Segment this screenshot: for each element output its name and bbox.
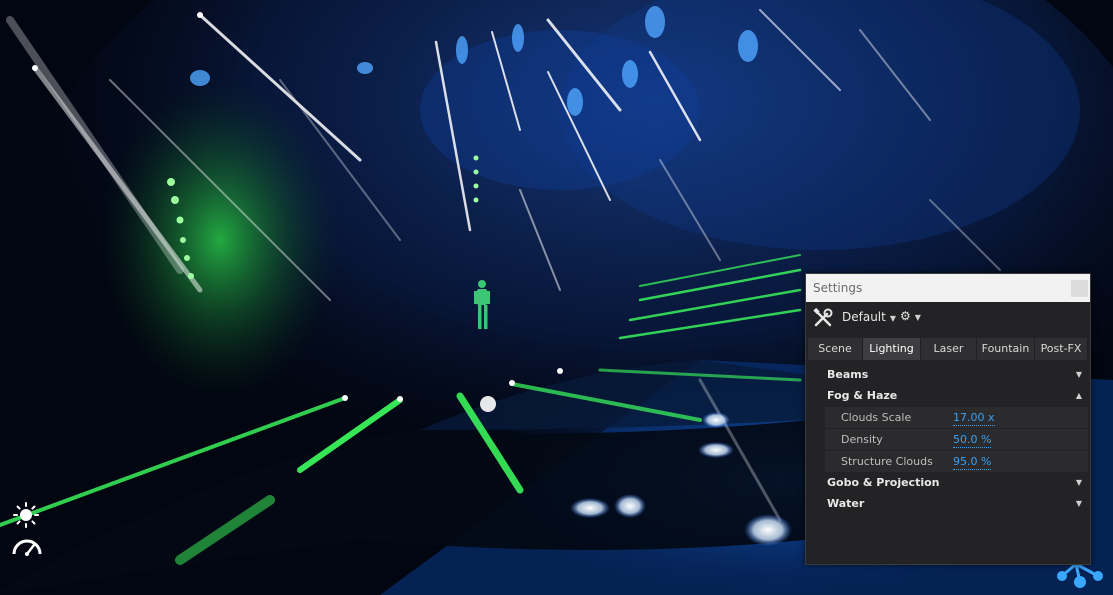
settings-sections: Beams ▼ Fog & Haze ▲ Clouds Scale 17.00 … (825, 364, 1088, 514)
section-beams[interactable]: Beams ▼ (825, 364, 1088, 385)
section-water[interactable]: Water ▼ (825, 493, 1088, 514)
chevron-down-icon: ▼ (1075, 499, 1082, 508)
gear-icon: ⚙ (900, 309, 911, 323)
chevron-up-icon: ▲ (1075, 391, 1082, 400)
setting-row-clouds-scale: Clouds Scale 17.00 x (825, 406, 1088, 428)
chevron-down-icon: ▼ (914, 313, 921, 322)
tab-fountain[interactable]: Fountain (977, 338, 1035, 360)
close-button[interactable] (1071, 280, 1088, 297)
section-label: Gobo & Projection (827, 476, 940, 489)
settings-window: Settings Default ▼ ⚙ ▼ Scene Lighting Lase… (805, 273, 1091, 565)
settings-toolbar: Default ▼ ⚙ ▼ (806, 302, 1090, 332)
section-label: Water (827, 497, 865, 510)
section-fog-haze[interactable]: Fog & Haze ▲ (825, 385, 1088, 406)
setting-label: Clouds Scale (841, 411, 912, 424)
section-label: Fog & Haze (827, 389, 898, 402)
gear-dropdown[interactable]: ⚙ ▼ (900, 309, 921, 323)
setting-row-density: Density 50.0 % (825, 428, 1088, 450)
settings-titlebar[interactable]: Settings (806, 274, 1090, 302)
chevron-down-icon: ▼ (1075, 478, 1082, 487)
window-title: Settings (813, 281, 863, 295)
tab-scene[interactable]: Scene (808, 338, 863, 360)
setting-label: Density (841, 433, 883, 446)
section-label: Beams (827, 368, 869, 381)
preset-label: Default (842, 310, 886, 324)
preset-dropdown[interactable]: Default ▼ (842, 310, 896, 324)
tab-laser[interactable]: Laser (921, 338, 977, 360)
tab-lighting[interactable]: Lighting (863, 338, 921, 360)
section-gobo-projection[interactable]: Gobo & Projection ▼ (825, 472, 1088, 493)
density-value[interactable]: 50.0 % (953, 432, 992, 448)
chevron-down-icon: ▼ (1075, 370, 1082, 379)
chevron-down-icon: ▼ (889, 314, 897, 323)
settings-tabs: Scene Lighting Laser Fountain Post-FX (808, 338, 1088, 360)
structure-clouds-value[interactable]: 95.0 % (953, 454, 992, 470)
setting-label: Structure Clouds (841, 455, 933, 468)
tools-icon[interactable] (812, 307, 834, 333)
clouds-scale-value[interactable]: 17.00 x (953, 410, 995, 426)
tab-post-fx[interactable]: Post-FX (1035, 338, 1088, 360)
setting-row-structure-clouds: Structure Clouds 95.0 % (825, 450, 1088, 472)
